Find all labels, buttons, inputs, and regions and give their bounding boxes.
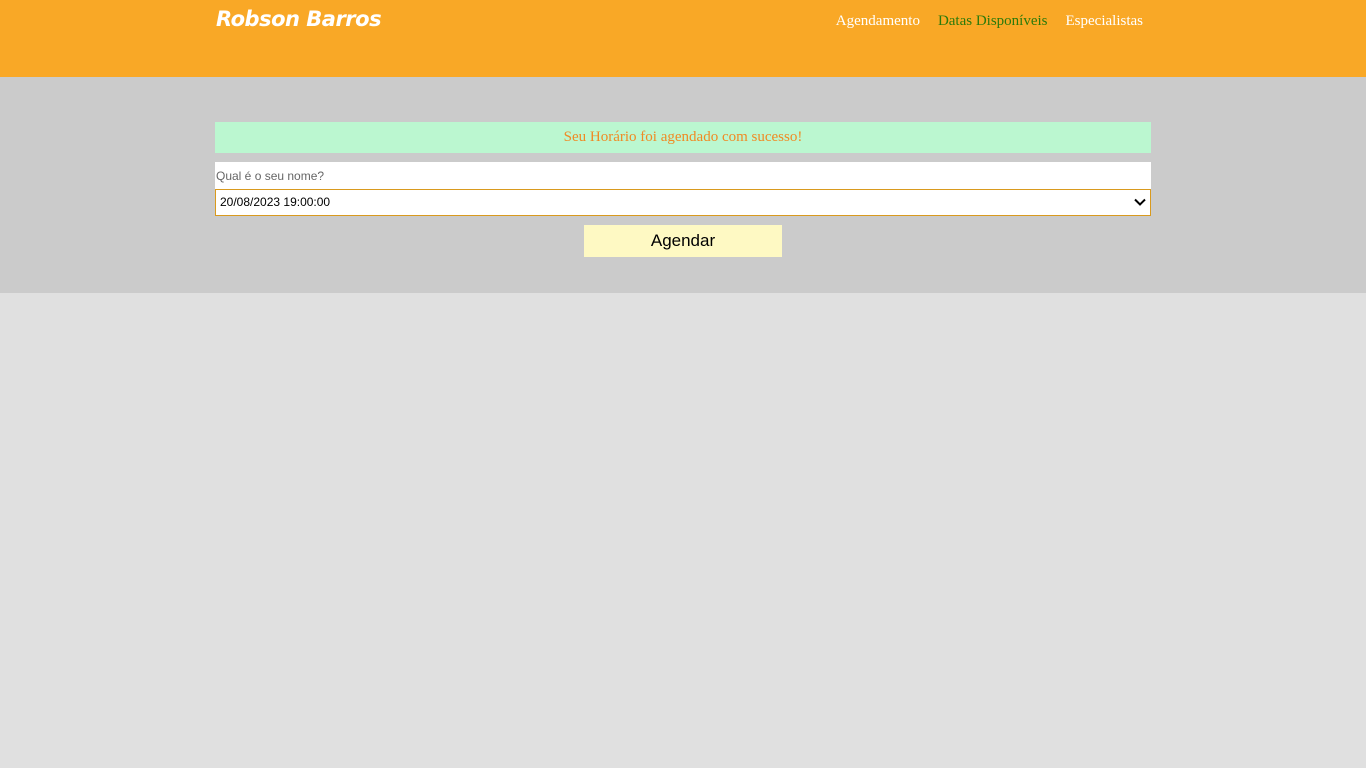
datetime-select[interactable]: 20/08/2023 19:00:00 bbox=[215, 189, 1151, 216]
main-nav: Agendamento Datas Disponíveis Especialis… bbox=[836, 13, 1143, 30]
agendar-button[interactable]: Agendar bbox=[584, 225, 782, 257]
nav-link-agendamento[interactable]: Agendamento bbox=[836, 13, 920, 30]
success-alert: Seu Horário foi agendado com sucesso! bbox=[215, 122, 1151, 153]
name-input[interactable] bbox=[215, 162, 1151, 189]
datetime-select-value: 20/08/2023 19:00:00 bbox=[220, 195, 331, 209]
brand-logo[interactable]: Robson Barros bbox=[216, 7, 382, 31]
booking-panel: Seu Horário foi agendado com sucesso! 20… bbox=[0, 77, 1366, 293]
nav-link-especialistas[interactable]: Especialistas bbox=[1066, 13, 1143, 30]
chevron-down-icon bbox=[1134, 198, 1146, 206]
site-header: Robson Barros Agendamento Datas Disponív… bbox=[0, 0, 1366, 77]
success-message: Seu Horário foi agendado com sucesso! bbox=[563, 129, 803, 145]
nav-link-datas-disponiveis[interactable]: Datas Disponíveis bbox=[938, 13, 1048, 30]
